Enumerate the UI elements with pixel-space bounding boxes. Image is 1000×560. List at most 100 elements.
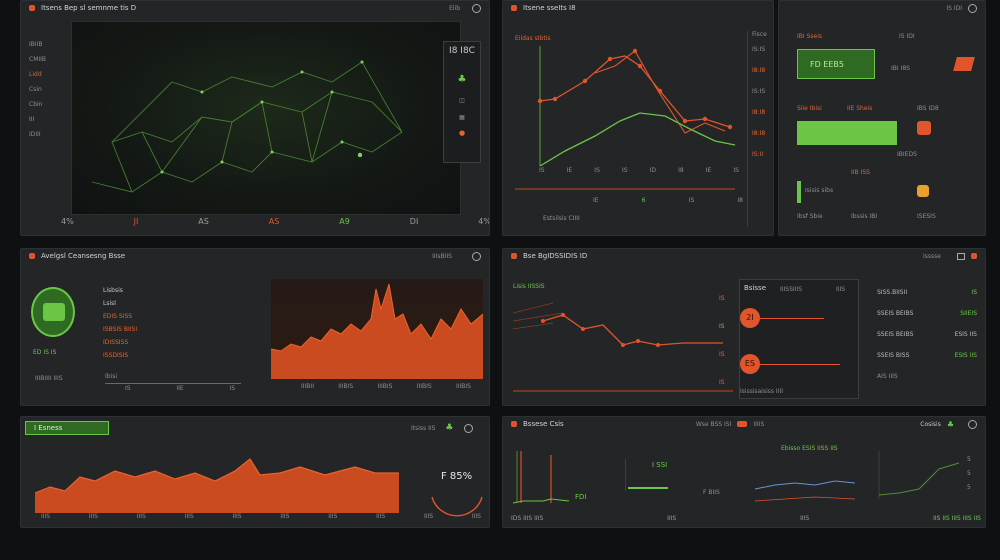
gauge-list-item: EDIS SISS: [103, 313, 133, 320]
trend-col-b: IIISSIIIS: [780, 286, 803, 293]
legend-item: IE: [593, 197, 599, 204]
small-label-b: F BIIS: [703, 489, 720, 496]
gauge-panel-title: Avelgsl Ceansesng Bsse: [41, 252, 126, 260]
side-label[interactable]: Lidd: [29, 71, 69, 78]
chart-point: [541, 319, 545, 323]
x-tick: ID: [649, 167, 656, 174]
x-tick: IIIS: [471, 513, 481, 520]
line-panel-header: Itsene sseIts I8: [503, 1, 773, 15]
trend-row-value: ESIS IIS: [954, 352, 977, 359]
line-chart[interactable]: [515, 41, 755, 190]
orange-status-icon: [29, 5, 35, 11]
area-chart[interactable]: [34, 443, 399, 513]
side-value: I8:I8: [752, 109, 766, 116]
alert-icon[interactable]: ●: [444, 129, 480, 137]
trend-chart[interactable]: [512, 293, 733, 393]
stat-row-value: ISESIS: [917, 213, 936, 220]
stat-row-value: IS IDI: [899, 33, 915, 40]
chart-point: [657, 88, 663, 94]
side-label[interactable]: IDIII: [29, 131, 69, 138]
bar-spike-chart[interactable]: [512, 451, 573, 511]
trend-row-value: ESIS IIS: [954, 331, 977, 338]
side-label[interactable]: IBIIB: [29, 41, 69, 48]
side-label[interactable]: CMIIB: [29, 56, 69, 63]
x-tick: IIIS: [424, 513, 434, 520]
gauge-list-item: IDISSISS: [103, 339, 129, 346]
green-indicator: [797, 181, 801, 203]
settings-icon[interactable]: [472, 3, 481, 13]
settings-icon[interactable]: [463, 423, 473, 433]
orange-badge[interactable]: 2I: [740, 308, 760, 328]
window-icon[interactable]: [957, 252, 965, 260]
orange-rule: [760, 318, 824, 319]
x-tick: IS: [125, 385, 131, 392]
gauge-panel: Avelgsl Ceansesng Bsse IIIsBIIS ED IS IS…: [20, 248, 490, 406]
trend-row: SSEIS BISS ESIS IIS: [877, 352, 977, 359]
gauge-inner: [43, 303, 65, 321]
histogram-area[interactable]: [270, 279, 484, 379]
trend-row: SISS.BIISII IS: [877, 289, 977, 296]
tree-icon[interactable]: ♣: [445, 423, 453, 433]
refresh-icon[interactable]: [472, 251, 481, 261]
x-tick: IIIBIS: [338, 383, 354, 390]
small-panel-title: Bssese Csis: [523, 420, 564, 428]
x-tick: IS: [229, 385, 235, 392]
stat-row-value: IBI I8S: [891, 65, 910, 72]
y-tick: 5: [967, 484, 971, 491]
x-tick: I8: [678, 167, 684, 174]
grid-icon[interactable]: ▦: [444, 114, 480, 121]
bottom-label: AS: [198, 217, 209, 226]
x-tick: IS: [594, 167, 600, 174]
settings-icon[interactable]: [968, 419, 977, 429]
chart-icon[interactable]: ◫: [444, 97, 480, 104]
trend-panel-title: Bse BgIDSSIDIS ID: [523, 252, 588, 260]
orange-badge[interactable]: ES: [740, 354, 760, 374]
x-tick: IE: [705, 167, 712, 174]
blue-trend-chart[interactable]: [754, 453, 856, 503]
world-map[interactable]: [71, 21, 461, 215]
map-panel-top-right[interactable]: Elib: [449, 5, 460, 12]
line-side-values: Fisce IS:IS I8:I8 IS:IS I8:I8 I8:I8 IS:I…: [747, 31, 773, 227]
y-tick: IS: [719, 379, 725, 386]
trend-row-label: SSEIS BEIBS: [877, 310, 914, 317]
notification-icon[interactable]: [971, 253, 977, 259]
small-header-right[interactable]: IIIIS: [753, 421, 764, 428]
map-panel-header: Itsens Bep sl semnme tis D Elib: [21, 1, 489, 15]
side-label[interactable]: Csin: [29, 86, 69, 93]
trend-right-top[interactable]: Isssse: [923, 253, 941, 260]
green-gauge-icon[interactable]: [31, 287, 75, 337]
small-panel-header: Bssese Csis Wse BSS ISI IIIIS Cosisis ♣: [503, 417, 985, 431]
right-mini-chart[interactable]: [878, 451, 963, 501]
small-header-mid[interactable]: Wse BSS ISI: [696, 421, 732, 428]
gauge-axis: [105, 383, 241, 384]
side-label[interactable]: III: [29, 116, 69, 123]
chart-point: [632, 48, 638, 54]
green-progress-bar: [797, 121, 897, 145]
trend-right-list: SISS.BIISII IS SSEIS BEIBS SIIEIS SSEIS BE…: [877, 289, 977, 380]
trend-y-ticks: IS IS IS IS: [719, 285, 725, 397]
small-label-a: I SSI: [652, 461, 668, 469]
gauge-panel-header: Avelgsl Ceansesng Bsse IIIsBIIS: [21, 249, 489, 263]
area-badge[interactable]: I Esness: [25, 421, 109, 435]
side-label[interactable]: Cbin: [29, 101, 69, 108]
line-panel-title: Itsene sseIts I8: [523, 4, 576, 12]
chart-point: [682, 118, 688, 124]
gauge-panel-top-right[interactable]: IIIsBIIS: [432, 253, 452, 260]
tree-icon[interactable]: ♣: [947, 420, 954, 429]
mail-icon[interactable]: [737, 421, 748, 427]
trend-right-footer: AIS IIIS: [877, 373, 898, 380]
stats-panel-header: IS IDI: [779, 1, 985, 15]
area-fill: [35, 459, 399, 513]
tree-icon[interactable]: ♣: [444, 74, 480, 85]
stat-row-label: Ibsf Sbie: [797, 213, 823, 220]
trend-footer: Isissisaisiss IIII: [740, 388, 783, 395]
side-value: I8:I8: [752, 67, 766, 74]
y-tick: IS: [719, 323, 725, 330]
stats-panel-top-right[interactable]: IS IDI: [946, 5, 962, 12]
badge-value: 2I: [746, 313, 754, 322]
side-value: Fisce: [752, 31, 767, 38]
orange-series-line: [539, 55, 731, 128]
trend-detail-box: Bsisse IIISSIIIS IIIS 2I ES Isissisaisis…: [739, 279, 859, 399]
settings-icon[interactable]: [968, 3, 977, 13]
orange-shield-icon: [917, 121, 931, 135]
